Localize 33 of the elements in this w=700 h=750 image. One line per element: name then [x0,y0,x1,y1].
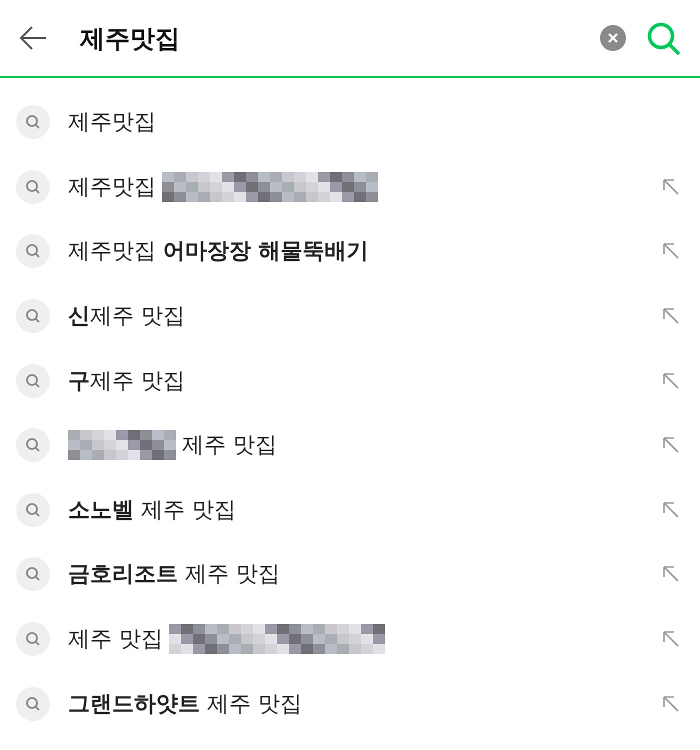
fill-in-arrow-icon[interactable] [662,178,680,196]
suggestion-text[interactable]: 제주맛집 [68,107,156,138]
search-icon [16,686,50,721]
search-icon [16,299,50,334]
suggestion-text[interactable]: 제주 맛집 [182,430,277,460]
suggestion-text[interactable]: 그랜드하얏트 제주 맛집 [68,688,302,719]
suggestion-text[interactable]: 신제주 맛집 [68,301,185,332]
fill-in-arrow-icon[interactable] [662,500,680,519]
fill-in-arrow-icon[interactable] [662,694,680,713]
fill-in-arrow-icon[interactable] [662,307,680,326]
suggestion-text[interactable]: 금호리조트 제주 맛집 [68,559,280,590]
search-icon [16,170,50,204]
search-icon [16,622,50,656]
suggestion-text[interactable]: 제주 맛집 [68,624,163,654]
search-icon [16,428,50,462]
fill-in-arrow-icon[interactable] [662,372,680,390]
fill-in-arrow-icon[interactable] [662,436,680,454]
search-icon [16,557,50,592]
back-arrow-icon[interactable] [18,25,48,51]
search-icon [16,364,50,398]
search-icon [16,492,50,527]
search-field[interactable]: 제주맛집 [80,22,600,54]
search-icon[interactable] [646,21,682,55]
fill-in-arrow-icon[interactable] [662,565,680,584]
fill-in-arrow-icon[interactable] [662,630,680,648]
suggestion-text[interactable]: 소노벨 제주 맛집 [68,494,236,525]
suggestion-text[interactable]: 제주맛집 어마장장 해물뚝배기 [68,236,369,266]
suggestion-text[interactable]: 구제주 맛집 [68,366,185,396]
fill-in-arrow-icon[interactable] [662,242,680,260]
search-icon [16,105,50,140]
suggestion-text[interactable]: 제주맛집 [68,172,156,202]
search-icon [16,234,50,268]
clear-icon[interactable] [600,25,626,51]
